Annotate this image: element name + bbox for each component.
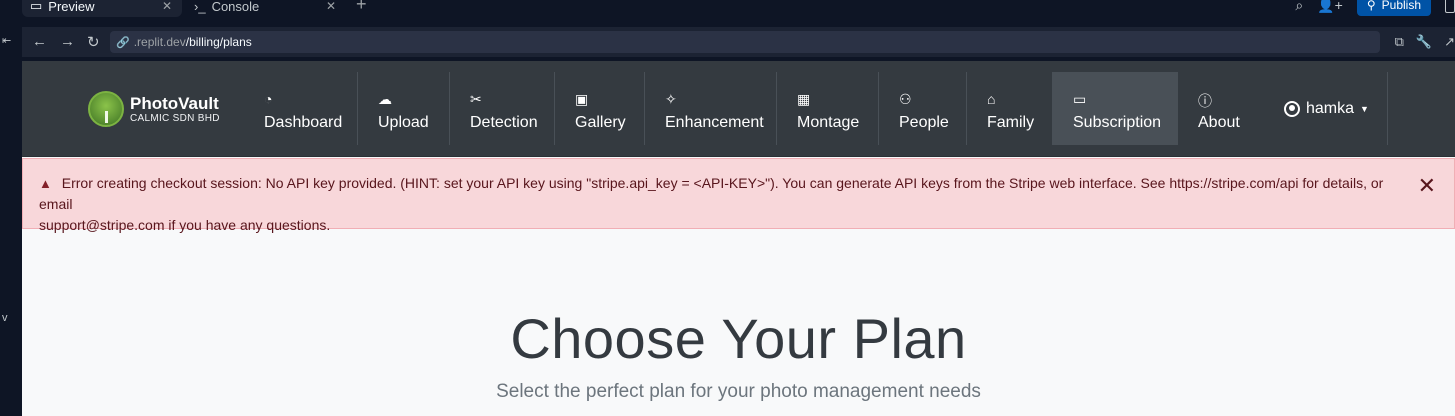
speedometer-icon: ◔ [264,91,273,107]
address-bar: ← → ↻ 🔗 .replit.dev/billing/plans ⧉ 🔧 ↗ [22,27,1455,57]
url-input[interactable]: 🔗 .replit.dev/billing/plans [110,31,1380,53]
page-title: Choose Your Plan [510,307,967,370]
nav-enhancement[interactable]: ✧ Enhancement [645,72,777,145]
brand-name: PhotoVault [130,93,219,113]
back-icon[interactable]: ← [32,33,47,50]
url-domain: .replit.dev [133,35,186,49]
alert-message-line2: support@stripe.com if you have any quest… [39,217,331,233]
nav-subscription[interactable]: ▭ Subscription [1053,72,1178,145]
caret-down-icon: ▼ [1360,103,1369,114]
url-path: /billing/plans [185,35,252,49]
invite-user-icon[interactable]: 👤+ [1317,0,1343,14]
external-link-icon[interactable]: ↗ [1444,34,1455,50]
nav-family[interactable]: ⌂ Family [967,72,1053,145]
devices-icon[interactable]: ⧉ [1395,34,1404,50]
grid-icon: ▦ [797,91,811,107]
search-icon[interactable]: ⌕ [1295,0,1303,14]
publish-button[interactable]: ⚲ Publish [1356,0,1431,16]
error-alert: ▲ Error creating checkout session: No AP… [22,158,1455,233]
brand-subtitle: CALMIC SDN BHD [130,112,220,124]
ide-tabbar: ▭ Preview ✕ ›_ Console ✕ + ⌕ 👤+ ⚲ Publis… [0,0,1455,22]
user-menu-toggle[interactable]: hamka ▼ [1266,72,1388,145]
nav-label: Family [987,114,1035,131]
credit-card-icon: ▭ [1073,91,1087,107]
strip-glyph-icon: v [2,312,8,324]
nav-label: Gallery [575,114,626,131]
nav-montage[interactable]: ▦ Montage [777,72,879,145]
alert-message-line1: Error creating checkout session: No API … [39,175,1384,212]
close-icon[interactable]: ✕ [326,0,336,13]
terminal-icon: ›_ [194,0,206,14]
nav-gallery[interactable]: ▣ Gallery [555,72,645,145]
link-icon: 🔗 [116,36,130,49]
nav-label: Enhancement [665,114,764,131]
people-icon: ⚇ [899,91,912,107]
ide-top-actions: ⌕ 👤+ ⚲ Publish [1295,0,1455,16]
tab-console[interactable]: ›_ Console ✕ [186,0,346,17]
reload-icon[interactable]: ↻ [87,33,100,51]
nav-label: Detection [470,114,538,131]
nav-label: Dashboard [264,114,343,131]
magic-wand-icon: ✧ [665,91,677,107]
cloud-upload-icon: ☁ [378,91,392,107]
tree-logo-icon [88,91,124,127]
main-navbar: PhotoVault CALMIC SDN BHD ◔ Dashboard ☁ … [22,61,1455,157]
username: hamka [1306,99,1355,117]
nav-label: About [1198,114,1240,131]
address-actions: ⧉ 🔧 ↗ [1395,34,1455,50]
nav-label: Upload [378,114,429,131]
nav-dashboard[interactable]: ◔ Dashboard [244,72,358,145]
tab-label: Preview [48,0,95,14]
brand[interactable]: PhotoVault CALMIC SDN BHD [88,91,220,127]
nav-detection[interactable]: ✂ Detection [450,72,555,145]
tab-label: Console [211,0,260,14]
image-icon: ▣ [575,91,589,107]
user-circle-icon [1284,100,1300,117]
close-icon[interactable]: ✕ [1418,175,1436,197]
publish-label: Publish [1381,0,1421,12]
page-subtitle: Select the perfect plan for your photo m… [496,381,981,402]
house-heart-icon: ⌂ [987,91,996,107]
tab-preview[interactable]: ▭ Preview ✕ [22,0,182,17]
warning-triangle-icon: ▲ [39,176,52,191]
collapse-icon[interactable]: ⇤ [2,34,11,47]
nav-people[interactable]: ⚇ People [879,72,967,145]
nav-label: Subscription [1073,114,1162,131]
panel-icon[interactable] [1445,0,1455,13]
nav-label: Montage [797,114,860,131]
close-icon[interactable]: ✕ [162,0,172,13]
nav-upload[interactable]: ☁ Upload [358,72,450,145]
info-circle-icon: ⓘ [1198,93,1212,109]
nav-about[interactable]: ⓘ About [1178,72,1264,145]
forward-icon[interactable]: → [60,33,75,50]
wrench-icon[interactable]: 🔧 [1416,34,1432,50]
nav-label: People [899,114,949,131]
scissors-icon: ✂ [470,91,482,107]
new-tab-icon[interactable]: + [356,0,367,15]
monitor-icon: ▭ [30,0,43,13]
ide-left-strip: ⇤ v [0,22,22,416]
rocket-icon: ⚲ [1366,0,1376,12]
page-viewport: PhotoVault CALMIC SDN BHD ◔ Dashboard ☁ … [22,61,1455,416]
